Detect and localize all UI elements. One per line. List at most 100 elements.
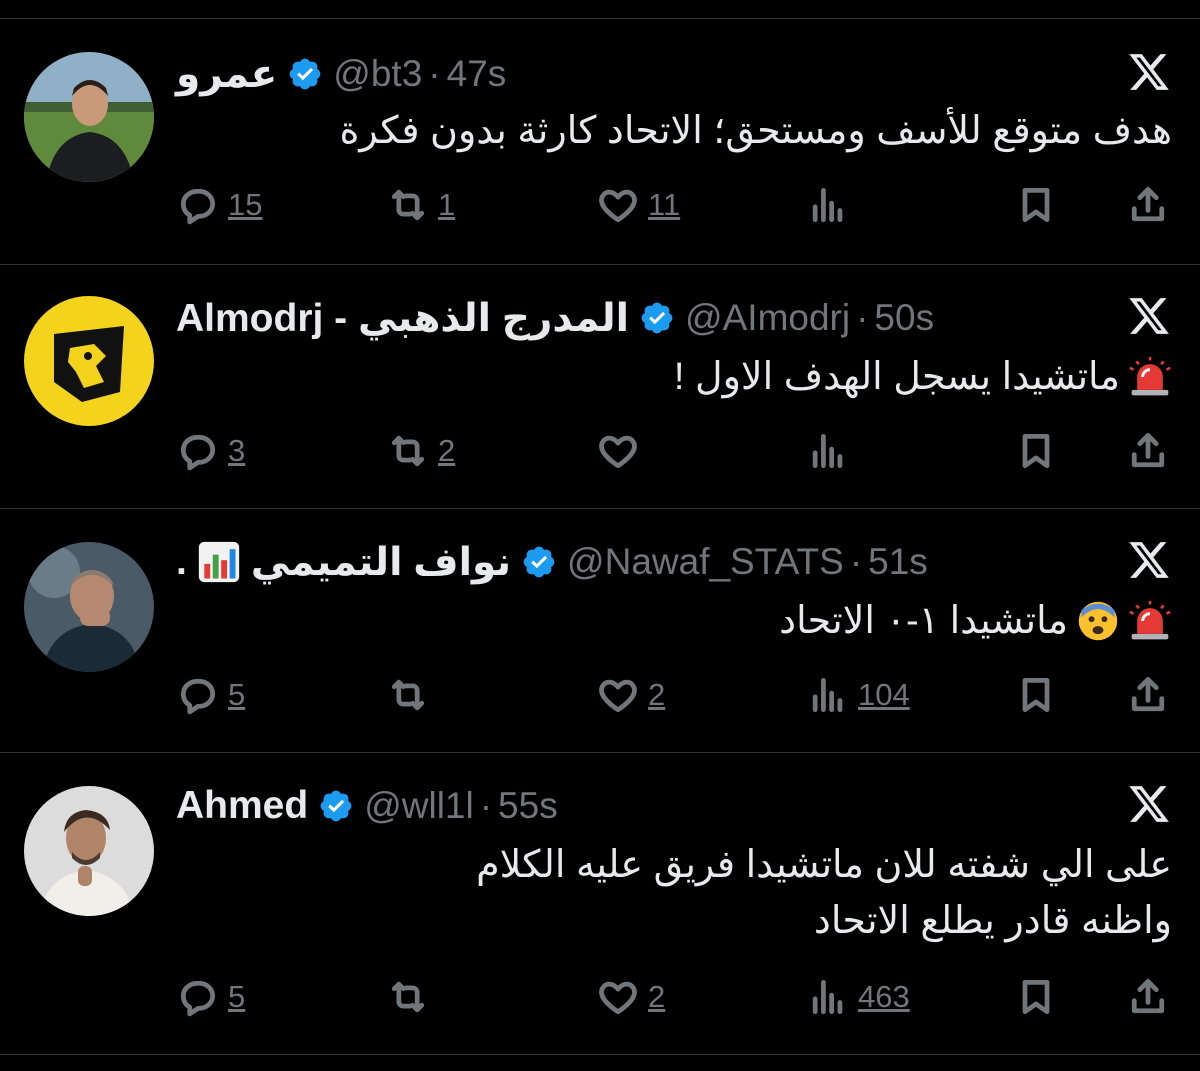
- views-button[interactable]: 104: [806, 670, 910, 720]
- avatar[interactable]: [24, 296, 154, 426]
- views-button[interactable]: [806, 426, 858, 476]
- reply-button[interactable]: 5: [176, 670, 245, 720]
- like-button[interactable]: [596, 426, 648, 476]
- views-button[interactable]: [806, 180, 858, 230]
- reply-button[interactable]: 5: [176, 972, 245, 1022]
- heart-icon: [599, 981, 637, 1015]
- share-icon: [1131, 677, 1165, 712]
- siren-emoji-icon: [1128, 599, 1172, 643]
- views-icon: [812, 677, 843, 713]
- repost-button[interactable]: [386, 972, 438, 1022]
- share-icon: [1131, 433, 1165, 468]
- share-button[interactable]: [1126, 426, 1170, 476]
- verified-badge-icon: [639, 300, 675, 336]
- avatar[interactable]: [24, 786, 154, 916]
- display-name-group[interactable]: . نواف التميمي: [176, 540, 511, 585]
- views-button[interactable]: 463: [806, 972, 910, 1022]
- handle[interactable]: @Nawaf_STATS: [567, 541, 844, 583]
- reply-icon: [180, 980, 216, 1017]
- heart-icon: [599, 679, 637, 713]
- handle[interactable]: @AImodrj: [685, 297, 850, 339]
- repost-icon: [391, 189, 425, 221]
- display-name: نواف التميمي: [250, 540, 512, 584]
- tweet-header: عمرو @bt3 · 47s: [176, 50, 506, 98]
- reply-icon: [180, 678, 216, 715]
- tweet-header: Ahmed @wll1l · 55s: [176, 782, 558, 830]
- repost-button[interactable]: 1: [386, 180, 455, 230]
- repost-icon: [391, 981, 425, 1013]
- bookmark-button[interactable]: [1014, 670, 1058, 720]
- display-name[interactable]: Almodrj - المدرج الذهبي: [176, 296, 629, 341]
- tweet-text-line: واظنه قادر يطلع الاتحاد: [813, 900, 1172, 942]
- timestamp[interactable]: 47s: [447, 53, 507, 95]
- action-bar: 5 2 463: [0, 972, 1200, 1022]
- repost-button[interactable]: 2: [386, 426, 455, 476]
- share-button[interactable]: [1126, 180, 1170, 230]
- tweet-text-line: ماتشيدا ١-٠ الاتحاد: [779, 600, 1068, 642]
- tweet-text: هدف متوقع للأسف ومستحق؛ الاتحاد كارثة بد…: [339, 106, 1172, 156]
- divider: [0, 752, 1200, 753]
- views-count: 104: [858, 677, 910, 712]
- repost-count: 2: [438, 433, 456, 468]
- like-button[interactable]: 2: [596, 972, 665, 1022]
- like-count: 2: [648, 677, 666, 712]
- handle[interactable]: @wll1l: [364, 785, 474, 827]
- timestamp[interactable]: 55s: [498, 785, 558, 827]
- tweet-header: . نواف التميمي @Nawaf_STATS · 51s: [176, 538, 928, 586]
- action-bar: 15 1 11: [0, 180, 1200, 230]
- like-count: 11: [648, 187, 681, 222]
- x-logo-icon: [1126, 50, 1172, 94]
- bookmark-button[interactable]: [1014, 972, 1058, 1022]
- reply-button[interactable]: 15: [176, 180, 262, 230]
- like-button[interactable]: 2: [596, 670, 665, 720]
- divider: [0, 18, 1200, 19]
- display-name-suffix: .: [176, 540, 187, 583]
- repost-icon: [391, 435, 425, 467]
- timestamp[interactable]: 51s: [868, 541, 928, 583]
- repost-icon: [391, 679, 425, 711]
- views-icon: [812, 433, 843, 469]
- like-count: 2: [648, 979, 666, 1014]
- reply-icon: [180, 188, 216, 225]
- handle[interactable]: @bt3: [333, 53, 422, 95]
- display-name[interactable]: Ahmed: [176, 784, 308, 828]
- share-button[interactable]: [1126, 670, 1170, 720]
- siren-emoji-icon: [1128, 355, 1172, 399]
- tweet-text-line: على الي شفته للان ماتشيدا فريق عليه الكل…: [476, 844, 1172, 886]
- separator-dot: ·: [479, 785, 493, 826]
- avatar[interactable]: [24, 542, 154, 672]
- timestamp[interactable]: 50s: [874, 297, 934, 339]
- tweet-text: على الي شفته للان ماتشيدا فريق عليه الكل…: [476, 840, 1172, 946]
- bookmark-button[interactable]: [1014, 180, 1058, 230]
- action-bar: 3 2: [0, 426, 1200, 476]
- display-name[interactable]: عمرو: [176, 52, 277, 97]
- views-count: 463: [858, 979, 910, 1014]
- repost-button[interactable]: [386, 670, 438, 720]
- divider: [0, 264, 1200, 265]
- x-logo-icon: [1126, 538, 1172, 582]
- share-icon: [1131, 979, 1165, 1014]
- share-button[interactable]: [1126, 972, 1170, 1022]
- separator-dot: ·: [856, 297, 869, 338]
- share-icon: [1131, 187, 1165, 222]
- reply-button[interactable]: 3: [176, 426, 245, 476]
- heart-icon: [599, 189, 637, 223]
- x-logo-icon: [1126, 294, 1172, 338]
- divider: [0, 1054, 1200, 1055]
- separator-dot: ·: [428, 53, 441, 94]
- reply-count: 5: [228, 979, 246, 1014]
- reply-count: 5: [228, 677, 246, 712]
- avatar[interactable]: [24, 52, 154, 182]
- like-button[interactable]: 11: [596, 180, 680, 230]
- divider: [0, 508, 1200, 509]
- separator-dot: ·: [849, 541, 863, 582]
- fearful-face-emoji-icon: [1076, 599, 1120, 643]
- tweet-text: ماتشيدا ١-٠ الاتحاد: [779, 596, 1172, 646]
- reply-icon: [180, 434, 216, 471]
- bookmark-button[interactable]: [1014, 426, 1058, 476]
- bookmark-icon: [1022, 187, 1050, 223]
- tweet-text: ماتشيدا يسجل الهدف الاول !: [674, 352, 1172, 402]
- bar-chart-emoji-icon: [197, 540, 241, 584]
- reply-count: 3: [228, 433, 246, 468]
- verified-badge-icon: [318, 788, 354, 824]
